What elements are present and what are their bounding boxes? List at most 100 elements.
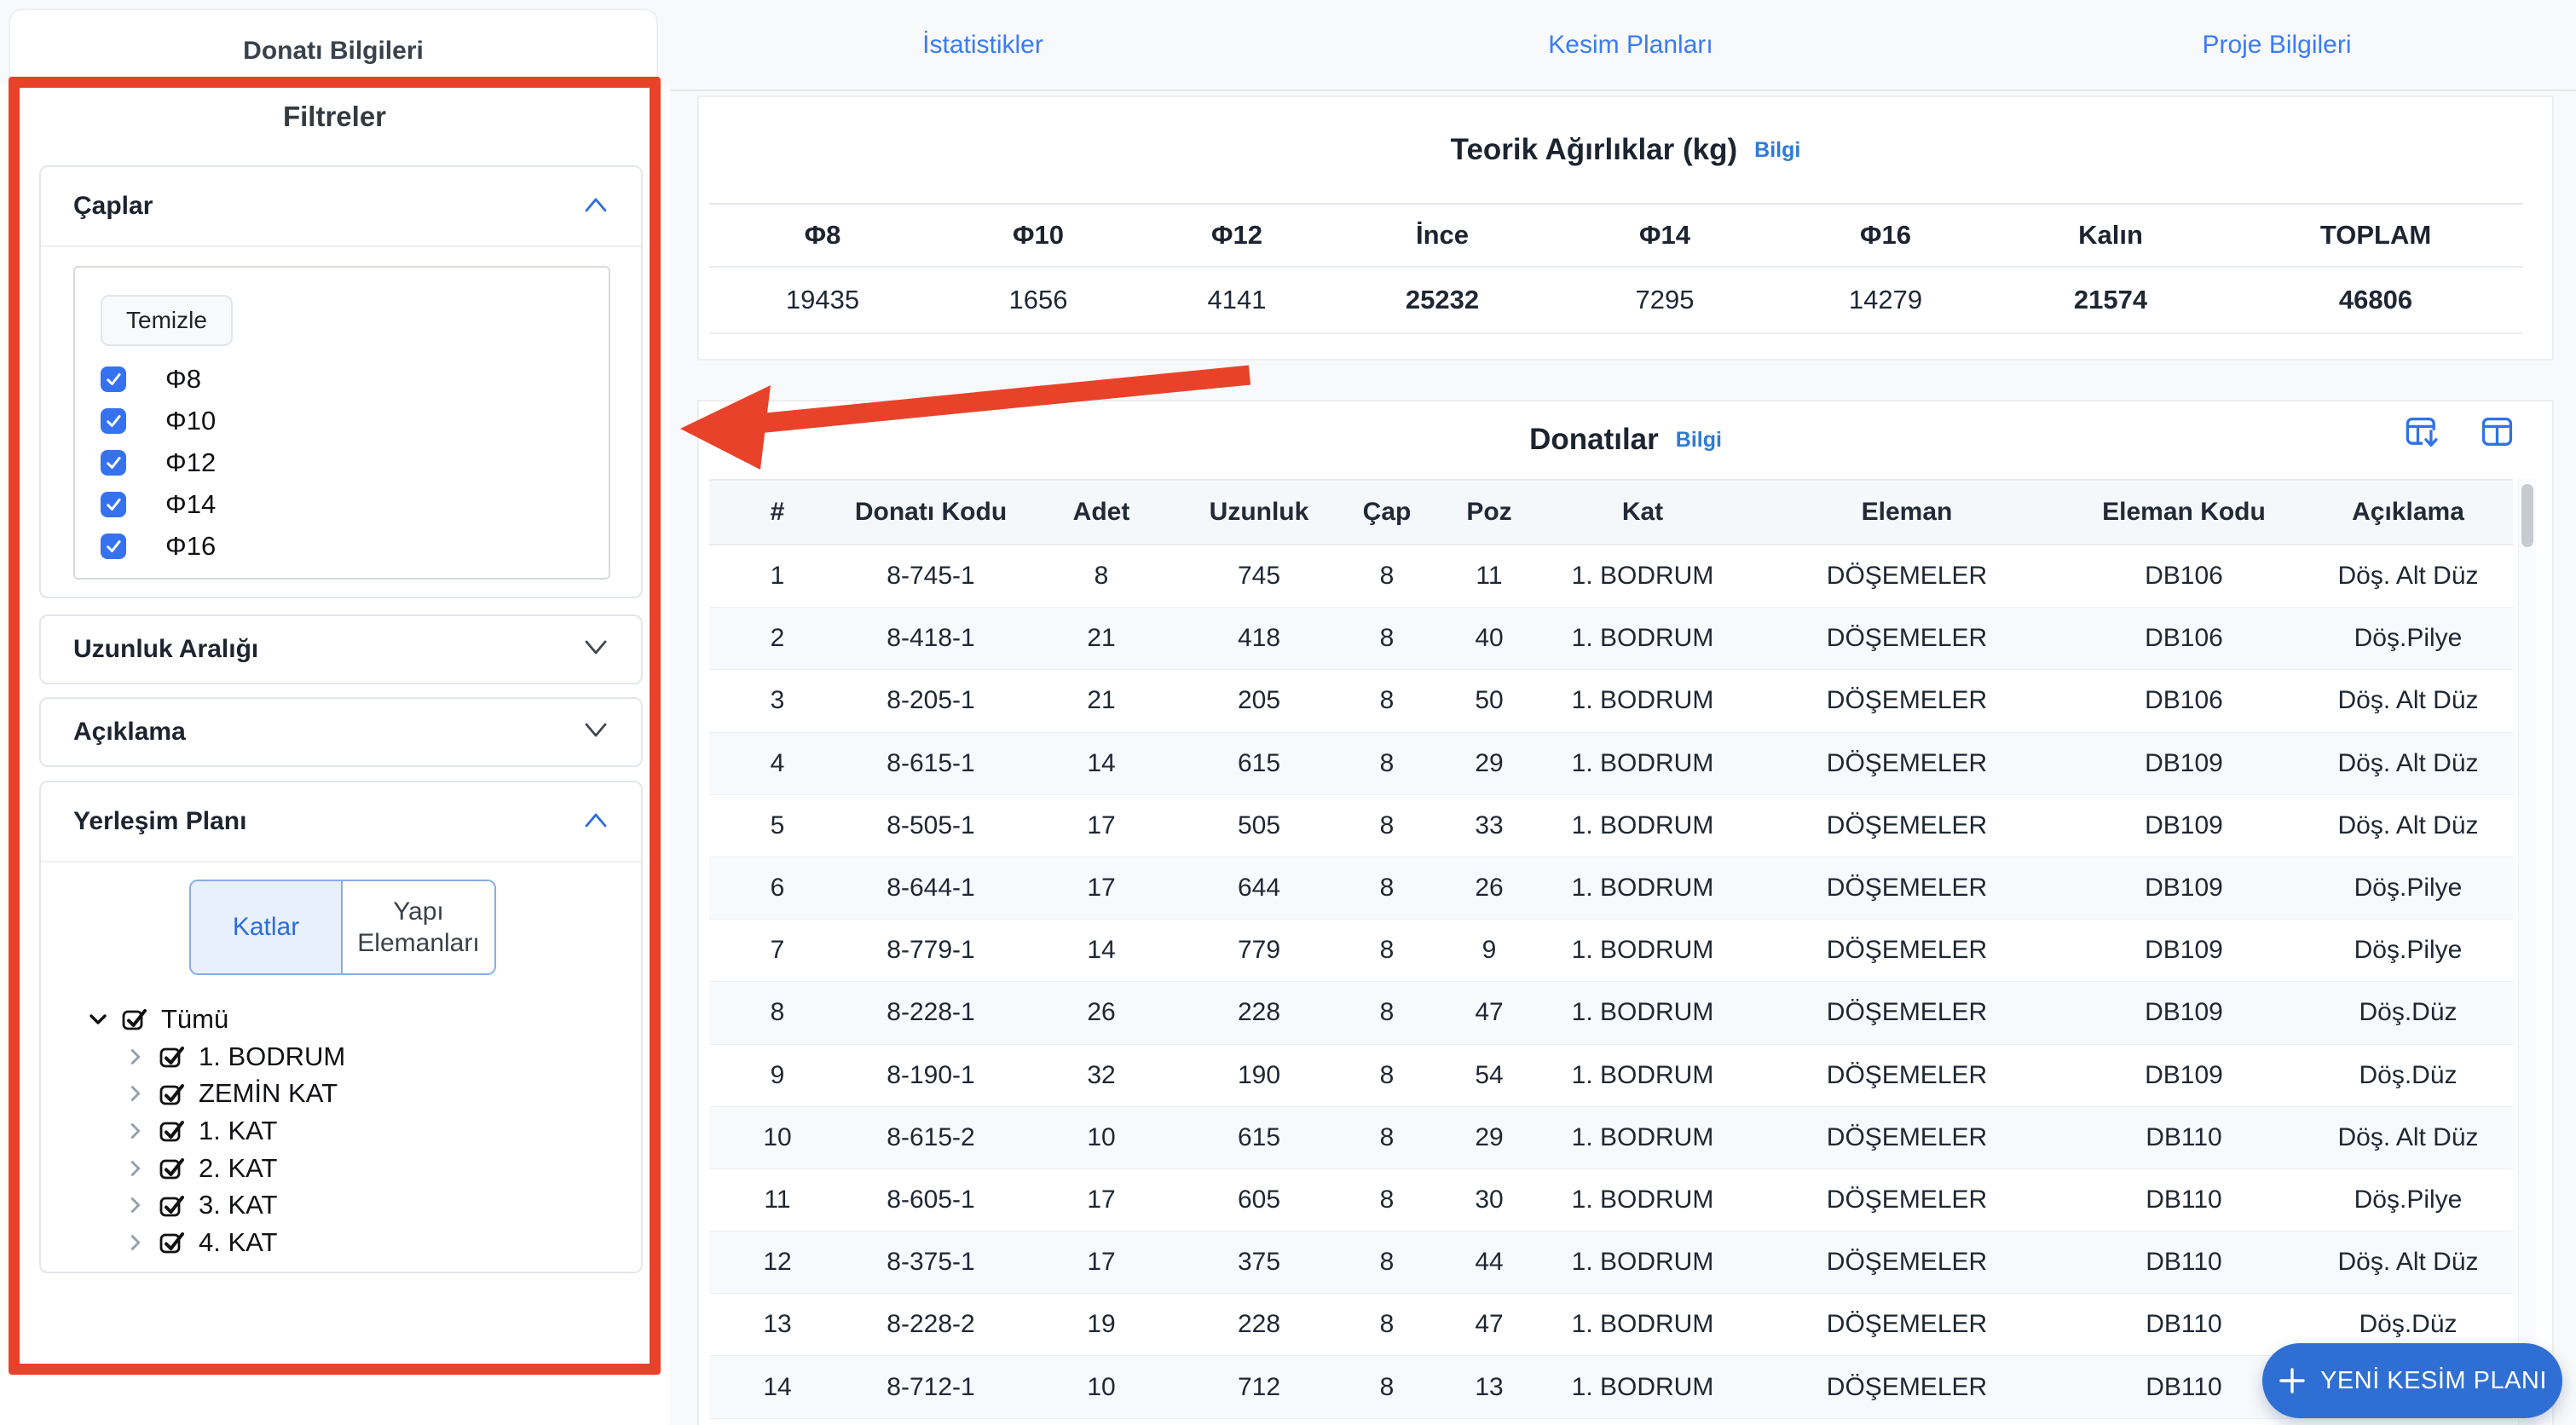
table-export-icon[interactable] [2404,413,2441,451]
diameter-option[interactable]: Φ10 [90,400,609,441]
chevron-right-icon[interactable] [121,1157,150,1180]
accordion-layout-plan-header[interactable]: Yerleşim Planı [41,782,641,862]
table-cell: DÖŞEMELER [1749,1107,2065,1168]
table-cell: DÖŞEMELER [1749,857,2065,919]
rebar-info-link[interactable]: Bilgi [1676,428,1722,453]
tree-checkbox-checked[interactable] [159,1043,185,1070]
tree-checkbox-checked[interactable] [159,1155,185,1181]
clear-filters-button[interactable]: Temizle [101,295,233,346]
table-row[interactable]: 128-375-1173758441. BODRUMDÖŞEMELERDB110… [709,1232,2513,1294]
checkbox-checked-icon[interactable] [101,408,126,434]
diameter-option[interactable]: Φ16 [90,525,609,567]
weights-value: 46806 [2228,268,2523,332]
table-row[interactable]: 48-615-1146158291. BODRUMDÖŞEMELERDB109D… [709,733,2513,795]
table-cell: 8-779-1 [846,920,1016,981]
table-row[interactable]: 38-205-1212058501. BODRUMDÖŞEMELERDB106D… [709,670,2513,732]
toggle-floors[interactable]: Katlar [191,881,343,973]
new-cutting-plan-label: YENİ KESİM PLANI [2320,1367,2547,1395]
accordion-layout-plan: Yerleşim Planı Katlar Yapı Elemanları [39,781,643,1273]
table-row[interactable]: 68-644-1176448261. BODRUMDÖŞEMELERDB109D… [709,857,2513,920]
tree-checkbox-checked[interactable] [159,1081,185,1107]
new-cutting-plan-button[interactable]: YENİ KESİM PLANI [2262,1343,2562,1418]
table-row[interactable]: 138-228-2192288471. BODRUMDÖŞEMELERDB110… [709,1294,2513,1356]
scrollbar-thumb[interactable] [2521,484,2533,547]
tree-item-label: Tümü [161,1004,228,1035]
tree-item-root[interactable]: Tümü [84,1001,595,1038]
table-cell: 8 [1331,545,1442,607]
table-cell: 745 [1187,545,1331,607]
table-cell: 1. BODRUM [1536,857,1749,919]
chevron-right-icon[interactable] [121,1232,150,1254]
chevron-expanded-icon[interactable] [84,1007,113,1031]
tree-checkbox-checked[interactable] [159,1117,185,1144]
tree-item[interactable]: 2. KAT [84,1150,595,1187]
table-cell: 10 [709,1107,846,1168]
table-cell: 29 [1442,1107,1536,1168]
table-cell: 10 [1016,1107,1187,1168]
tree-item[interactable]: 3. KAT [84,1186,595,1224]
table-cell: 779 [1187,920,1331,981]
table-columns-icon[interactable] [2479,413,2516,451]
table-cell: 4 [709,733,846,794]
nav-link-istatistikler[interactable]: İstatistikler [922,0,1043,89]
checkbox-checked-icon[interactable] [101,534,126,559]
nav-link-proje-bilgileri[interactable]: Proje Bilgileri [2202,0,2351,89]
weights-value: 1656 [936,268,1141,332]
tree-item[interactable]: ZEMİN KAT [84,1075,595,1112]
tree-checkbox-checked[interactable] [121,1006,147,1032]
accordion-length-range-header[interactable]: Uzunluk Aralığı [41,616,641,683]
chevron-right-icon[interactable] [121,1046,150,1068]
nav-link-kesim-planlari[interactable]: Kesim Planları [1548,0,1713,89]
checkbox-checked-icon[interactable] [101,366,126,392]
tab-donati-bilgileri[interactable]: Donatı Bilgileri [9,9,658,92]
table-cell: Döş. Alt Düz [2303,795,2513,857]
table-cell: 1. BODRUM [1536,920,1749,981]
tree-item-label: 3. KAT [199,1190,277,1220]
toggle-building-elements[interactable]: Yapı Elemanları [343,881,494,973]
checkbox-checked-icon[interactable] [101,450,126,476]
table-scrollbar[interactable] [2518,479,2536,1425]
table-cell: 54 [1442,1045,1536,1106]
tree-checkbox-checked[interactable] [159,1229,185,1255]
table-row[interactable]: 18-745-187458111. BODRUMDÖŞEMELERDB106Dö… [709,545,2513,608]
diameter-option-label: Φ8 [165,364,201,395]
table-cell: 1. BODRUM [1536,982,1749,1043]
table-row[interactable]: 98-190-1321908541. BODRUMDÖŞEMELERDB109D… [709,1045,2513,1107]
table-cell: DÖŞEMELER [1749,608,2065,669]
table-cell: 10 [1016,1356,1187,1417]
table-cell: 30 [1442,1169,1536,1231]
table-cell: 8 [1331,1294,1442,1355]
tree-item[interactable]: 4. KAT [84,1224,595,1261]
table-cell: 605 [1187,1169,1331,1231]
tree-checkbox-checked[interactable] [159,1192,185,1219]
table-cell: DB106 [2065,545,2303,607]
table-row[interactable]: 148-712-1107128131. BODRUMDÖŞEMELERDB110… [709,1356,2513,1418]
table-row[interactable]: 28-418-1214188401. BODRUMDÖŞEMELERDB106D… [709,608,2513,670]
table-cell: DÖŞEMELER [1749,1232,2065,1293]
table-cell: 228 [1187,1294,1331,1355]
table-cell: 1. BODRUM [1536,1294,1749,1355]
table-cell: 14 [709,1356,846,1417]
chevron-down-icon [583,718,609,747]
chevron-right-icon[interactable] [121,1120,150,1142]
table-cell: DÖŞEMELER [1749,1294,2065,1355]
diameter-option[interactable]: Φ12 [90,441,609,483]
diameter-option[interactable]: Φ14 [90,483,609,525]
table-cell: 8-228-1 [846,982,1016,1043]
accordion-description-header[interactable]: Açıklama [41,699,641,765]
table-row[interactable]: 88-228-1262288471. BODRUMDÖŞEMELERDB109D… [709,982,2513,1044]
table-row[interactable]: 118-605-1176058301. BODRUMDÖŞEMELERDB110… [709,1169,2513,1232]
diameter-option[interactable]: Φ8 [90,358,609,400]
tree-item[interactable]: 1. KAT [84,1112,595,1150]
chevron-right-icon[interactable] [121,1194,150,1216]
accordion-diameters-header[interactable]: Çaplar [41,167,641,247]
table-row[interactable]: 78-779-114779891. BODRUMDÖŞEMELERDB109Dö… [709,920,2513,982]
chevron-right-icon[interactable] [121,1082,150,1105]
table-row[interactable]: 58-505-1175058331. BODRUMDÖŞEMELERDB109D… [709,795,2513,857]
table-cell: 375 [1187,1232,1331,1293]
tree-item[interactable]: 1. BODRUM [84,1038,595,1076]
checkbox-checked-icon[interactable] [101,492,126,517]
table-cell: DB110 [2065,1232,2303,1293]
table-row[interactable]: 108-615-2106158291. BODRUMDÖŞEMELERDB110… [709,1107,2513,1169]
weights-info-link[interactable]: Bilgi [1754,138,1800,163]
